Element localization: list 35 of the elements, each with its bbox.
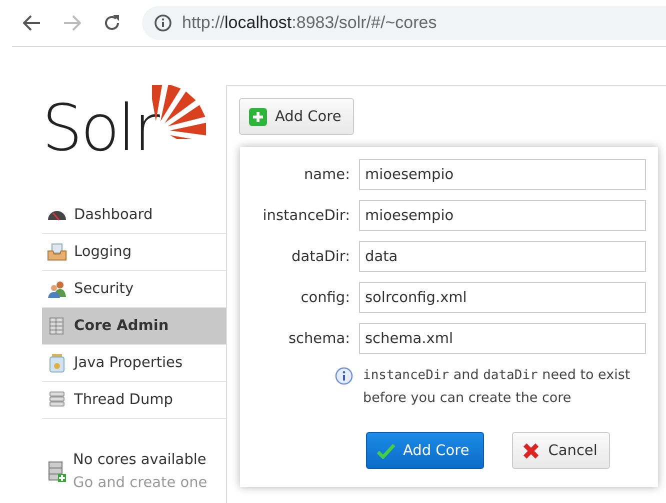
- cancel-button[interactable]: Cancel: [512, 432, 610, 469]
- nav-item[interactable]: Thread Dump: [42, 382, 226, 419]
- inbox-icon: [47, 242, 67, 262]
- nav-item[interactable]: Core Admin: [42, 308, 226, 345]
- text-field[interactable]: solrconfig.xml: [359, 282, 646, 313]
- text-field[interactable]: data: [359, 241, 646, 272]
- checkmark-icon: [377, 442, 395, 458]
- submit-button[interactable]: Add Core: [366, 432, 484, 469]
- text-field[interactable]: mioesempio: [359, 159, 646, 190]
- field-label: name:: [302, 166, 350, 182]
- url-text: http://localhost:8983/solr/#/~cores: [182, 13, 437, 33]
- add-core-button[interactable]: Add Core: [239, 98, 354, 135]
- text-field[interactable]: mioesempio: [359, 200, 646, 231]
- nav-item[interactable]: Dashboard: [42, 197, 226, 234]
- hint-text: instanceDir and dataDir need to exist before you can create the core: [363, 366, 632, 408]
- cross-icon: [522, 442, 540, 460]
- field-label: dataDir:: [290, 248, 350, 264]
- field-label: instanceDir:: [262, 208, 350, 224]
- address-bar[interactable]: http://localhost:8983/solr/#/~cores: [142, 6, 666, 40]
- info-icon: [154, 14, 172, 32]
- users-icon: [47, 279, 67, 299]
- nav-item[interactable]: Java Properties: [42, 345, 226, 382]
- plus-icon: [249, 108, 267, 126]
- left-arrow-icon: [23, 14, 41, 32]
- info-icon: [335, 367, 353, 385]
- nav-item[interactable]: Logging: [42, 234, 226, 271]
- jar-icon: [47, 353, 67, 373]
- reload-icon: [103, 14, 121, 32]
- field-label: config:: [300, 290, 350, 306]
- text-field[interactable]: schema.xml: [359, 323, 646, 354]
- right-arrow-icon: [63, 14, 81, 32]
- field-label: schema:: [287, 330, 350, 346]
- logo-text: Solr: [42, 97, 158, 161]
- empty-message: No cores available: [73, 451, 208, 470]
- server-add-icon: [47, 460, 67, 484]
